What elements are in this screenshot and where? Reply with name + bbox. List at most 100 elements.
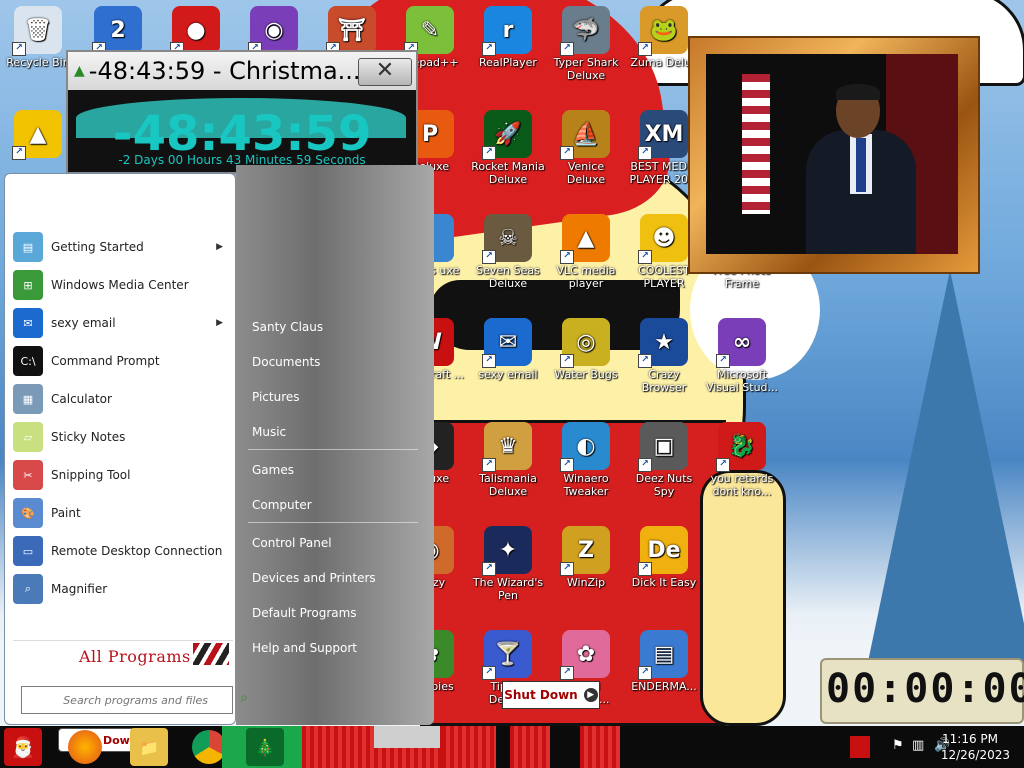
start-menu-item[interactable]: C:\ Command Prompt <box>13 344 231 378</box>
explorer-icon[interactable]: 📁 <box>130 728 168 766</box>
icon-glyph: ✂ <box>23 468 33 482</box>
submenu-arrow-icon: ▶ <box>216 242 223 252</box>
icon-glyph: ☠ <box>498 225 518 251</box>
start-menu-link[interactable]: Documents <box>252 355 320 369</box>
start-menu-item[interactable]: 🎨 Paint <box>13 496 231 530</box>
icon-glyph: ♛ <box>498 433 518 459</box>
desktop-icon[interactable]: r ↗ RealPlayer <box>470 6 546 69</box>
desktop-icon[interactable]: ▤ ↗ ENDERMA... <box>626 630 702 693</box>
wallpaper-tree <box>860 270 1024 700</box>
start-menu-link[interactable]: Control Panel <box>252 536 332 550</box>
icon-glyph: De <box>647 537 681 563</box>
network-icon[interactable]: ▥ <box>912 738 924 753</box>
desktop-icon[interactable]: ∞ ↗ Microsoft Visual Stud... <box>704 318 780 394</box>
start-menu-link[interactable]: Pictures <box>252 390 300 404</box>
desktop-icon[interactable]: ▲ ↗ VLC media player <box>548 214 624 290</box>
desktop-icon[interactable]: 🚀 ↗ Rocket Mania Deluxe <box>470 110 546 186</box>
snipping-tool-icon: ✂ <box>13 460 43 490</box>
desktop-icon-label: WinZip <box>566 576 606 589</box>
start-menu-item-label: Sticky Notes <box>51 430 126 444</box>
start-menu-item[interactable]: ⊞ Windows Media Center <box>13 268 231 302</box>
desktop-icon[interactable]: 🦈 ↗ Typer Shark Deluxe <box>548 6 624 82</box>
taskbar-red-block-2[interactable] <box>442 726 496 768</box>
flag-icon[interactable] <box>850 736 870 758</box>
shortcut-arrow-icon: ↗ <box>716 354 730 368</box>
start-menu-link[interactable]: Devices and Printers <box>252 571 376 585</box>
digital-clock-widget[interactable]: 00:00:00 <box>820 658 1024 724</box>
shortcut-arrow-icon: ↗ <box>482 146 496 160</box>
desktop-icon[interactable]: ☠ ↗ Seven Seas Deluxe <box>470 214 546 290</box>
search-input[interactable] <box>26 688 210 712</box>
start-button[interactable]: 🎅 <box>4 728 42 766</box>
start-menu-item[interactable]: ▤ Getting Started ▶ <box>13 230 231 264</box>
start-menu-item[interactable]: ⌕ Magnifier <box>13 572 231 606</box>
start-menu-item[interactable]: ▭ Remote Desktop Connection <box>13 534 231 568</box>
desktop-icon[interactable]: ★ ↗ Crazy Browser <box>626 318 702 394</box>
shortcut-arrow-icon: ↗ <box>12 146 26 160</box>
desktop-icon[interactable]: ♛ ↗ Talismania Deluxe <box>470 422 546 498</box>
shortcut-arrow-icon: ↗ <box>482 562 496 576</box>
desktop-icon[interactable]: ▲ ↗ <box>0 110 76 160</box>
desktop-icon[interactable]: ◐ ↗ Winaero Tweaker <box>548 422 624 498</box>
desktop-icon-label: you retards dont kno... <box>710 472 774 498</box>
desktop-icon[interactable]: ⛩ ↗ <box>314 6 390 56</box>
chrome-icon[interactable] <box>192 730 226 764</box>
desktop-icon-label: Rocket Mania Deluxe <box>471 160 545 186</box>
all-programs-label: All Programs <box>79 647 191 666</box>
taskbar: 🎅 Shut Down 📁 🎄 ⚑ ▥ 🔊 11:16 PM 12/26/202… <box>0 726 1024 768</box>
taskbar-red-block-4[interactable] <box>580 726 620 768</box>
desktop-icon[interactable]: Z ↗ WinZip <box>548 526 624 589</box>
shutdown-button[interactable]: Shut Down ▶ <box>502 681 600 709</box>
shortcut-arrow-icon: ↗ <box>560 458 574 472</box>
icon-glyph: ▦ <box>22 392 34 406</box>
app-icon: ⛵ ↗ <box>560 110 610 160</box>
desktop-icon[interactable]: ▣ ↗ Deez Nuts Spy <box>626 422 702 498</box>
desktop-icon-label: Winaero Tweaker <box>563 472 609 498</box>
desktop-icon-label: Crazy Browser <box>641 368 687 394</box>
icon-glyph: r <box>502 17 514 43</box>
desktop-icon[interactable]: ◉ ↗ <box>236 6 312 56</box>
start-menu-item-label: Paint <box>51 506 81 520</box>
photo-flag <box>742 74 770 214</box>
countdown-window[interactable]: ▲ -48:43:59 - Christma... ✕ -48:43:59 -2… <box>66 50 418 174</box>
desktop-icon[interactable]: 🗑 ↗ Recycle Bin <box>0 6 76 69</box>
desktop-icon[interactable]: ◎ ↗ Water Bugs <box>548 318 624 381</box>
taskbar-red-block-3[interactable] <box>510 726 550 768</box>
icon-glyph: P <box>421 121 439 147</box>
desktop-icon-label: The Wizard's Pen <box>472 576 544 602</box>
photo-person <box>806 84 916 254</box>
desktop-icon[interactable]: 2 ↗ <box>80 6 156 56</box>
start-menu-link[interactable]: Computer <box>252 498 312 512</box>
action-center-icon[interactable]: ⚑ <box>892 738 904 753</box>
sticky-notes-icon: ▱ <box>13 422 43 452</box>
start-menu-link[interactable]: Music <box>252 425 286 439</box>
start-menu-link[interactable]: Santy Claus <box>252 320 323 334</box>
desktop-icon[interactable]: 🐉 ↗ you retards dont kno... <box>704 422 780 498</box>
chevron-right-icon[interactable]: ▶ <box>583 688 598 702</box>
desktop-icon[interactable]: ● ↗ <box>158 6 234 56</box>
tree-icon[interactable]: 🎄 <box>246 728 284 766</box>
start-menu-link[interactable]: Games <box>252 463 294 477</box>
start-menu-item[interactable]: ✉ sexy email ▶ <box>13 306 231 340</box>
desktop-icon[interactable]: De ↗ Dick It Easy <box>626 526 702 589</box>
search-box[interactable]: ⌕ <box>21 686 248 714</box>
desktop-icon[interactable]: ✉ ↗ sexy email <box>470 318 546 381</box>
email-icon: ✉ <box>13 308 43 338</box>
shortcut-arrow-icon: ↗ <box>638 666 652 680</box>
start-menu-item[interactable]: ✂ Snipping Tool <box>13 458 231 492</box>
photo-frame-widget[interactable] <box>688 36 980 274</box>
desktop-icon[interactable]: ✦ ↗ The Wizard's Pen <box>470 526 546 602</box>
app-icon: ⛩ ↗ <box>326 6 376 56</box>
icon-glyph: ⛩ <box>338 17 366 43</box>
close-button[interactable]: ✕ <box>358 58 412 86</box>
desktop-icon[interactable]: ⛵ ↗ Venice Deluxe <box>548 110 624 186</box>
firefox-icon[interactable] <box>68 730 102 764</box>
start-menu-link[interactable]: Help and Support <box>252 641 357 655</box>
icon-glyph: ◐ <box>576 433 596 459</box>
clock-time[interactable]: 11:16 PM <box>942 732 998 746</box>
start-menu-item[interactable]: ▱ Sticky Notes <box>13 420 231 454</box>
start-menu-link[interactable]: Default Programs <box>252 606 357 620</box>
all-programs-button[interactable]: All Programs <box>13 640 233 671</box>
clock-date[interactable]: 12/26/2023 <box>941 748 1010 762</box>
start-menu-item[interactable]: ▦ Calculator <box>13 382 231 416</box>
